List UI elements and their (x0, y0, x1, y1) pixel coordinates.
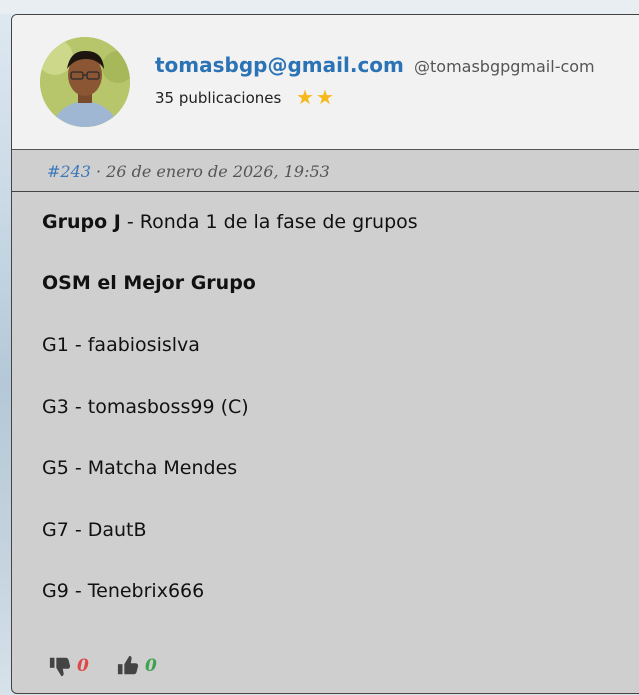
player-line: G1 - faabiosislva (42, 334, 200, 356)
star-icon: ★ (315, 85, 334, 109)
group-label: Grupo J (42, 211, 121, 233)
post-meta: #243 · 26 de enero de 2026, 19:53 (12, 150, 639, 192)
avatar[interactable] (40, 37, 130, 127)
avatar-photo (40, 37, 130, 127)
thumbs-down-icon (49, 657, 71, 677)
dislike-button[interactable]: 0 (49, 655, 89, 677)
like-button[interactable]: 0 (117, 655, 157, 677)
forum-post: tomasbgp@gmail.com @tomasbgpgmail-com 35… (11, 14, 639, 694)
like-count: 0 (145, 656, 157, 676)
player-line: G5 - Matcha Mendes (42, 457, 238, 479)
team-name: OSM el Mejor Grupo (42, 272, 256, 294)
player-line: G9 - Tenebrix666 (42, 580, 205, 602)
post-date: · 26 de enero de 2026, 19:53 (96, 162, 330, 181)
author-username-link[interactable]: tomasbgp@gmail.com (155, 53, 404, 77)
thumbs-up-icon (117, 655, 139, 675)
star-icon: ★ (296, 85, 314, 109)
player-line: G7 - DautB (42, 519, 147, 541)
group-description: - Ronda 1 de la fase de grupos (120, 211, 418, 233)
post-title-line: Grupo J - Ronda 1 de la fase de grupos (42, 211, 418, 233)
author-post-count: 35 publicaciones (155, 89, 282, 107)
post-header: tomasbgp@gmail.com @tomasbgpgmail-com 35… (12, 15, 639, 150)
player-line: G3 - tomasboss99 (C) (42, 396, 249, 418)
dislike-count: 0 (77, 656, 89, 676)
page-background-strip (0, 0, 639, 14)
author-handle: @tomasbgpgmail-com (414, 57, 595, 76)
author-rank-stars: ★ ★ (296, 87, 334, 107)
post-number-link[interactable]: #243 (47, 162, 91, 181)
